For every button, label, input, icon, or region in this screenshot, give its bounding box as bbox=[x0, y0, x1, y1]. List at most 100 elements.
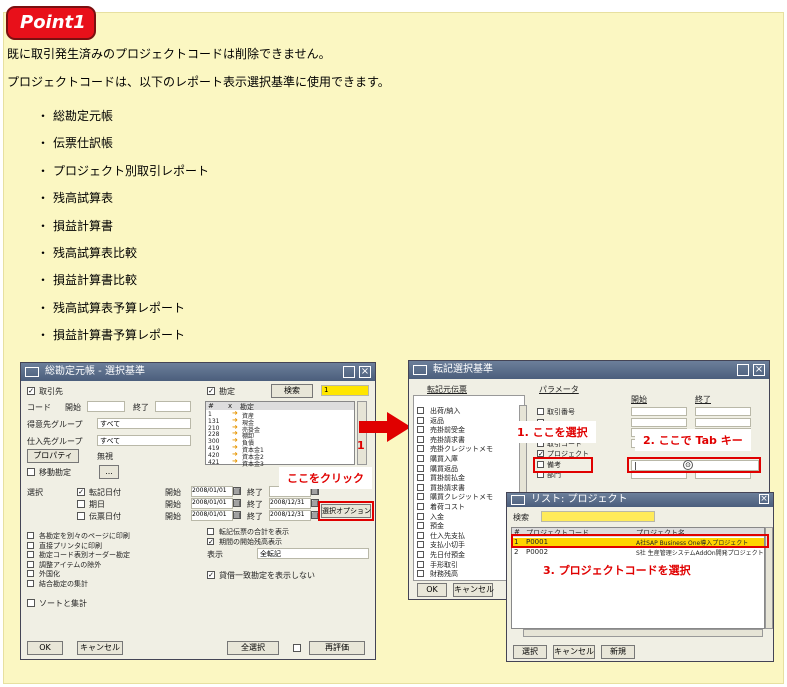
param-from-field[interactable] bbox=[631, 407, 687, 416]
close-icon[interactable]: × bbox=[753, 364, 765, 376]
report-label: 伝票仕訳帳 bbox=[53, 136, 114, 151]
code-to-field[interactable] bbox=[155, 401, 191, 412]
cancel-button[interactable]: キャンセル bbox=[77, 641, 123, 655]
param-checkbox[interactable] bbox=[537, 408, 544, 415]
doc-type-label: 手形取引 bbox=[430, 560, 458, 569]
ok-button[interactable]: OK bbox=[27, 641, 63, 655]
date-from-field[interactable]: 2008/01/01 bbox=[191, 498, 233, 509]
level-select[interactable]: 1 bbox=[321, 385, 369, 396]
doc-type-checkbox[interactable] bbox=[417, 551, 424, 558]
red-arrow-icon bbox=[359, 412, 411, 442]
list-new-button[interactable]: 新規 bbox=[601, 645, 635, 659]
start-column-header: 開始 bbox=[631, 395, 647, 404]
posting-tab[interactable]: 転記元伝票 bbox=[427, 384, 467, 395]
option-checkbox[interactable] bbox=[27, 532, 34, 539]
hide-zero-checkbox[interactable]: ✓ bbox=[207, 571, 215, 579]
option-checkbox[interactable] bbox=[207, 528, 214, 535]
properties-button[interactable]: プロパティ bbox=[27, 449, 79, 463]
project-list-window: リスト: プロジェクト × 検索 # プロジェクトコード プロジェクト名 1 P0… bbox=[506, 492, 774, 662]
close-icon[interactable]: × bbox=[359, 366, 371, 378]
project-grid-hscroll[interactable] bbox=[523, 629, 763, 637]
reset-button[interactable]: 再評価 bbox=[309, 641, 365, 655]
sort-checkbox[interactable] bbox=[27, 599, 35, 607]
posting-cancel-button[interactable]: キャンセル bbox=[453, 583, 494, 597]
end-column-header: 終了 bbox=[695, 395, 711, 404]
date-option-checkbox[interactable] bbox=[77, 512, 85, 520]
hide-zero-label: 貸借一致勘定を表示しない bbox=[219, 571, 315, 580]
date-option-checkbox[interactable]: ✓ bbox=[77, 488, 85, 496]
code-from-field[interactable] bbox=[87, 401, 125, 412]
doc-type-label: 預金 bbox=[430, 522, 444, 531]
option-checkbox[interactable] bbox=[27, 579, 34, 587]
doc-type-checkbox[interactable] bbox=[417, 474, 424, 482]
select-all-button[interactable]: 全選択 bbox=[227, 641, 279, 655]
maximize-icon[interactable] bbox=[343, 366, 355, 378]
doc-type-checkbox[interactable] bbox=[417, 531, 424, 539]
ellipsis-button[interactable]: ... bbox=[99, 465, 119, 479]
doc-type-checkbox[interactable] bbox=[417, 435, 424, 443]
account-search-button[interactable]: 検索 bbox=[271, 384, 313, 398]
window-icon bbox=[413, 365, 427, 375]
doc-type-checkbox[interactable] bbox=[417, 407, 424, 414]
calendar-icon[interactable]: ▤ bbox=[233, 511, 241, 519]
doc-type-checkbox[interactable] bbox=[417, 416, 424, 424]
list-search-field[interactable] bbox=[541, 511, 655, 522]
calendar-icon[interactable]: ▤ bbox=[233, 487, 241, 495]
close-icon[interactable]: × bbox=[759, 494, 769, 504]
vendor-group-select[interactable]: すべて bbox=[97, 435, 191, 446]
doc-type-checkbox[interactable] bbox=[417, 483, 424, 491]
reset-checkbox[interactable] bbox=[293, 644, 301, 652]
project-row-highlight bbox=[511, 534, 769, 548]
bp-checkbox[interactable]: ✓ bbox=[27, 387, 35, 395]
date-from-label: 開始 bbox=[165, 500, 181, 509]
doc-type-checkbox[interactable] bbox=[417, 493, 424, 501]
doc-type-checkbox[interactable] bbox=[417, 560, 424, 568]
doc-type-checkbox[interactable] bbox=[417, 570, 424, 578]
option-checkbox[interactable] bbox=[27, 560, 34, 568]
doc-type-checkbox[interactable] bbox=[417, 503, 424, 510]
param-checkbox[interactable]: ✓ bbox=[537, 450, 544, 458]
gl-title: 総勘定元帳 - 選択基準 bbox=[45, 366, 145, 377]
param-to-field[interactable] bbox=[695, 417, 751, 427]
project-param-highlight bbox=[533, 457, 593, 473]
posting-ok-button[interactable]: OK bbox=[417, 583, 447, 597]
doc-type-checkbox[interactable] bbox=[417, 464, 424, 472]
date-option-checkbox[interactable] bbox=[77, 500, 85, 508]
intro-line-1: 既に取引発生済みのプロジェクトコードは削除できません。 bbox=[7, 47, 331, 61]
option-label: 転記伝票の合計を表示 bbox=[219, 528, 289, 536]
doc-type-checkbox[interactable] bbox=[417, 445, 424, 453]
date-to-field[interactable]: 2008/12/31 bbox=[269, 498, 311, 509]
param-to-field[interactable] bbox=[695, 407, 751, 416]
select-here-callout: 1. ここを選択 bbox=[509, 421, 596, 443]
posting-titlebar: 転記選択基準 × bbox=[409, 361, 769, 379]
customer-group-select[interactable]: すべて bbox=[97, 418, 191, 429]
code-label: コード bbox=[27, 403, 51, 412]
doc-type-checkbox[interactable] bbox=[417, 541, 424, 549]
bullet-mark: ・ bbox=[37, 163, 50, 178]
code-from-label: 開始 bbox=[65, 403, 81, 412]
report-item: ・残高試算表予算レポート bbox=[37, 299, 185, 316]
list-select-button[interactable]: 選択 bbox=[513, 645, 547, 659]
option-checkbox[interactable] bbox=[27, 551, 34, 558]
doc-type-checkbox[interactable] bbox=[417, 522, 424, 530]
doc-type-label: 入金 bbox=[430, 512, 444, 521]
doc-type-checkbox[interactable] bbox=[417, 455, 424, 462]
date-from-field[interactable]: 2008/01/01 bbox=[191, 486, 233, 497]
list-cancel-button[interactable]: キャンセル bbox=[553, 645, 595, 659]
display-select[interactable]: 全転記 bbox=[257, 548, 369, 559]
date-from-field[interactable]: 2008/01/01 bbox=[191, 510, 233, 521]
calendar-icon[interactable]: ▤ bbox=[233, 499, 241, 507]
date-to-field[interactable]: 2008/12/31 bbox=[269, 510, 311, 521]
doc-type-label: 返品 bbox=[430, 416, 444, 425]
doc-type-label: 購買入庫 bbox=[430, 455, 458, 463]
option-checkbox[interactable] bbox=[27, 570, 34, 577]
param-from-field[interactable] bbox=[631, 417, 687, 427]
doc-type-checkbox[interactable] bbox=[417, 426, 424, 434]
params-tab[interactable]: パラメータ bbox=[539, 384, 579, 395]
maximize-icon[interactable] bbox=[737, 364, 749, 376]
inactive-checkbox[interactable] bbox=[27, 468, 35, 476]
account-checkbox[interactable]: ✓ bbox=[207, 387, 215, 395]
doc-type-checkbox[interactable] bbox=[417, 512, 424, 520]
option-checkbox[interactable]: ✓ bbox=[207, 538, 214, 546]
option-checkbox[interactable] bbox=[27, 541, 34, 549]
